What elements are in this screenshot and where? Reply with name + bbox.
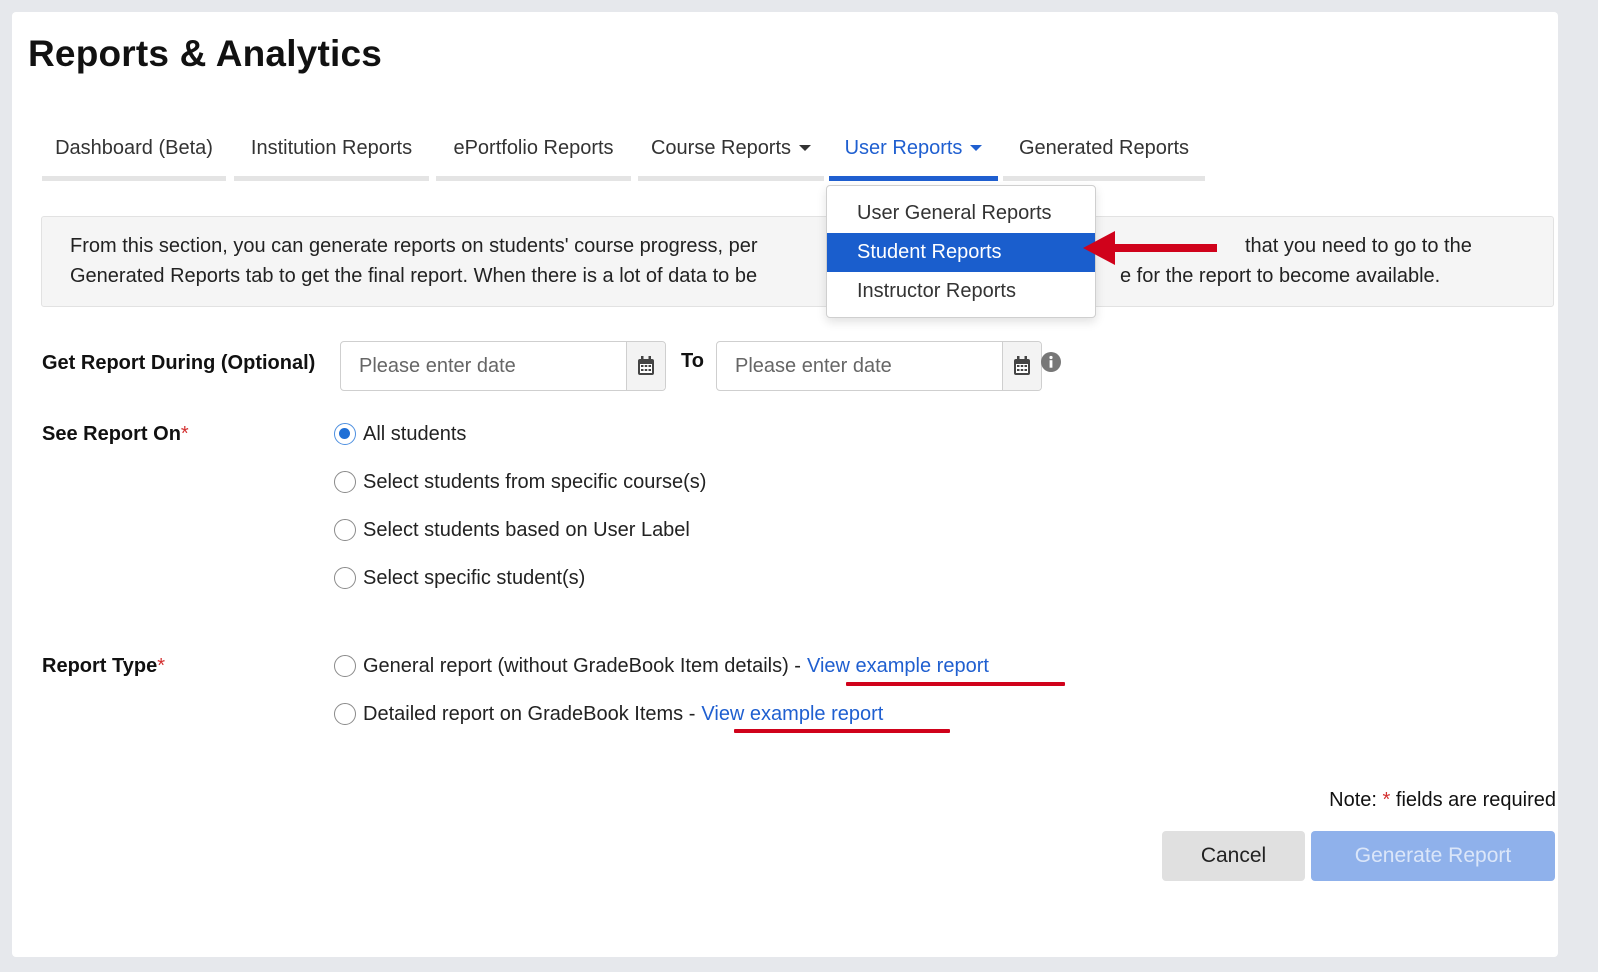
tab-label: ePortfolio Reports [453, 137, 614, 159]
to-label: To [681, 350, 704, 372]
user-reports-dropdown: User General Reports Student Reports Ins… [826, 185, 1096, 318]
generate-report-button[interactable]: Generate Report [1311, 831, 1555, 881]
annotation-underline [846, 682, 1065, 686]
page-title: Reports & Analytics [28, 33, 383, 74]
radio-label: Select students based on User Label [363, 518, 690, 541]
radio-students-from-course[interactable]: Select students from specific course(s) [334, 467, 706, 497]
tab-label: Institution Reports [250, 137, 413, 159]
radio-label: Detailed report on GradeBook Items - [363, 702, 696, 725]
annotation-underline [734, 729, 950, 733]
radio-general-report[interactable]: General report (without GradeBook Item d… [334, 651, 989, 681]
from-date-group [340, 341, 666, 391]
label-text: Report Type [42, 655, 158, 677]
from-date-input[interactable] [341, 342, 626, 390]
radio-label: All students [363, 422, 467, 445]
calendar-icon [1014, 356, 1030, 375]
radio-button[interactable] [334, 703, 356, 725]
info-line-1: From this section, you can generate repo… [70, 231, 1525, 261]
radio-button[interactable] [334, 567, 356, 589]
cancel-button[interactable]: Cancel [1162, 831, 1305, 881]
note-prefix: Note: [1329, 789, 1377, 811]
info-text: that you need to go to the [1245, 235, 1472, 257]
required-note: Note: * fields are required [1329, 789, 1556, 812]
radio-button[interactable] [334, 423, 356, 445]
tab-label: Generated Reports [1018, 137, 1190, 159]
menu-item-user-general-reports[interactable]: User General Reports [827, 194, 1095, 233]
required-mark: * [180, 423, 189, 445]
required-mark: * [1382, 789, 1391, 811]
info-panel: From this section, you can generate repo… [41, 216, 1554, 307]
label-text: See Report On [42, 423, 181, 445]
radio-detailed-report[interactable]: Detailed report on GradeBook Items - Vie… [334, 699, 883, 729]
tab-label: Course Reports [650, 137, 792, 159]
tab-course-reports[interactable]: Course Reports [638, 126, 824, 181]
tab-dashboard[interactable]: Dashboard (Beta) [42, 126, 226, 181]
tab-label: Dashboard (Beta) [55, 137, 213, 159]
annotation-arrow-icon [1083, 231, 1217, 265]
from-calendar-button[interactable] [626, 342, 665, 390]
chevron-down-icon [799, 144, 812, 151]
view-example-report-link[interactable]: View example report [701, 703, 883, 726]
radio-specific-students[interactable]: Select specific student(s) [334, 563, 585, 593]
info-line-2: Generated Reports tab to get the final r… [70, 261, 1525, 291]
tab-generated-reports[interactable]: Generated Reports [1003, 126, 1205, 181]
menu-item-instructor-reports[interactable]: Instructor Reports [827, 272, 1095, 311]
see-report-on-label: See Report On* [42, 423, 189, 446]
radio-button[interactable] [334, 655, 356, 677]
radio-label: Select students from specific course(s) [363, 470, 707, 493]
radio-label: Select specific student(s) [363, 566, 586, 589]
chevron-down-icon [970, 144, 983, 151]
radio-label: General report (without GradeBook Item d… [363, 654, 801, 677]
info-icon[interactable] [1040, 351, 1062, 373]
radio-button[interactable] [334, 471, 356, 493]
radio-students-by-user-label[interactable]: Select students based on User Label [334, 515, 690, 545]
tab-user-reports[interactable]: User Reports [829, 126, 998, 181]
note-suffix: fields are required [1395, 789, 1556, 811]
to-date-group [716, 341, 1042, 391]
calendar-icon [638, 356, 654, 375]
radio-all-students[interactable]: All students [334, 419, 466, 449]
to-calendar-button[interactable] [1002, 342, 1041, 390]
tab-eportfolio-reports[interactable]: ePortfolio Reports [436, 126, 631, 181]
info-text: e for the report to become available. [1120, 265, 1441, 287]
tab-institution-reports[interactable]: Institution Reports [234, 126, 429, 181]
date-range-label: Get Report During (Optional) [42, 352, 316, 374]
info-text: From this section, you can generate repo… [70, 235, 758, 257]
info-text: Generated Reports tab to get the final r… [70, 265, 758, 287]
view-example-report-link[interactable]: View example report [807, 655, 989, 678]
tab-label: User Reports [844, 137, 963, 159]
menu-item-student-reports[interactable]: Student Reports [827, 233, 1095, 272]
required-mark: * [157, 655, 165, 677]
to-date-input[interactable] [717, 342, 1002, 390]
radio-button[interactable] [334, 519, 356, 541]
report-type-label: Report Type* [42, 655, 165, 678]
